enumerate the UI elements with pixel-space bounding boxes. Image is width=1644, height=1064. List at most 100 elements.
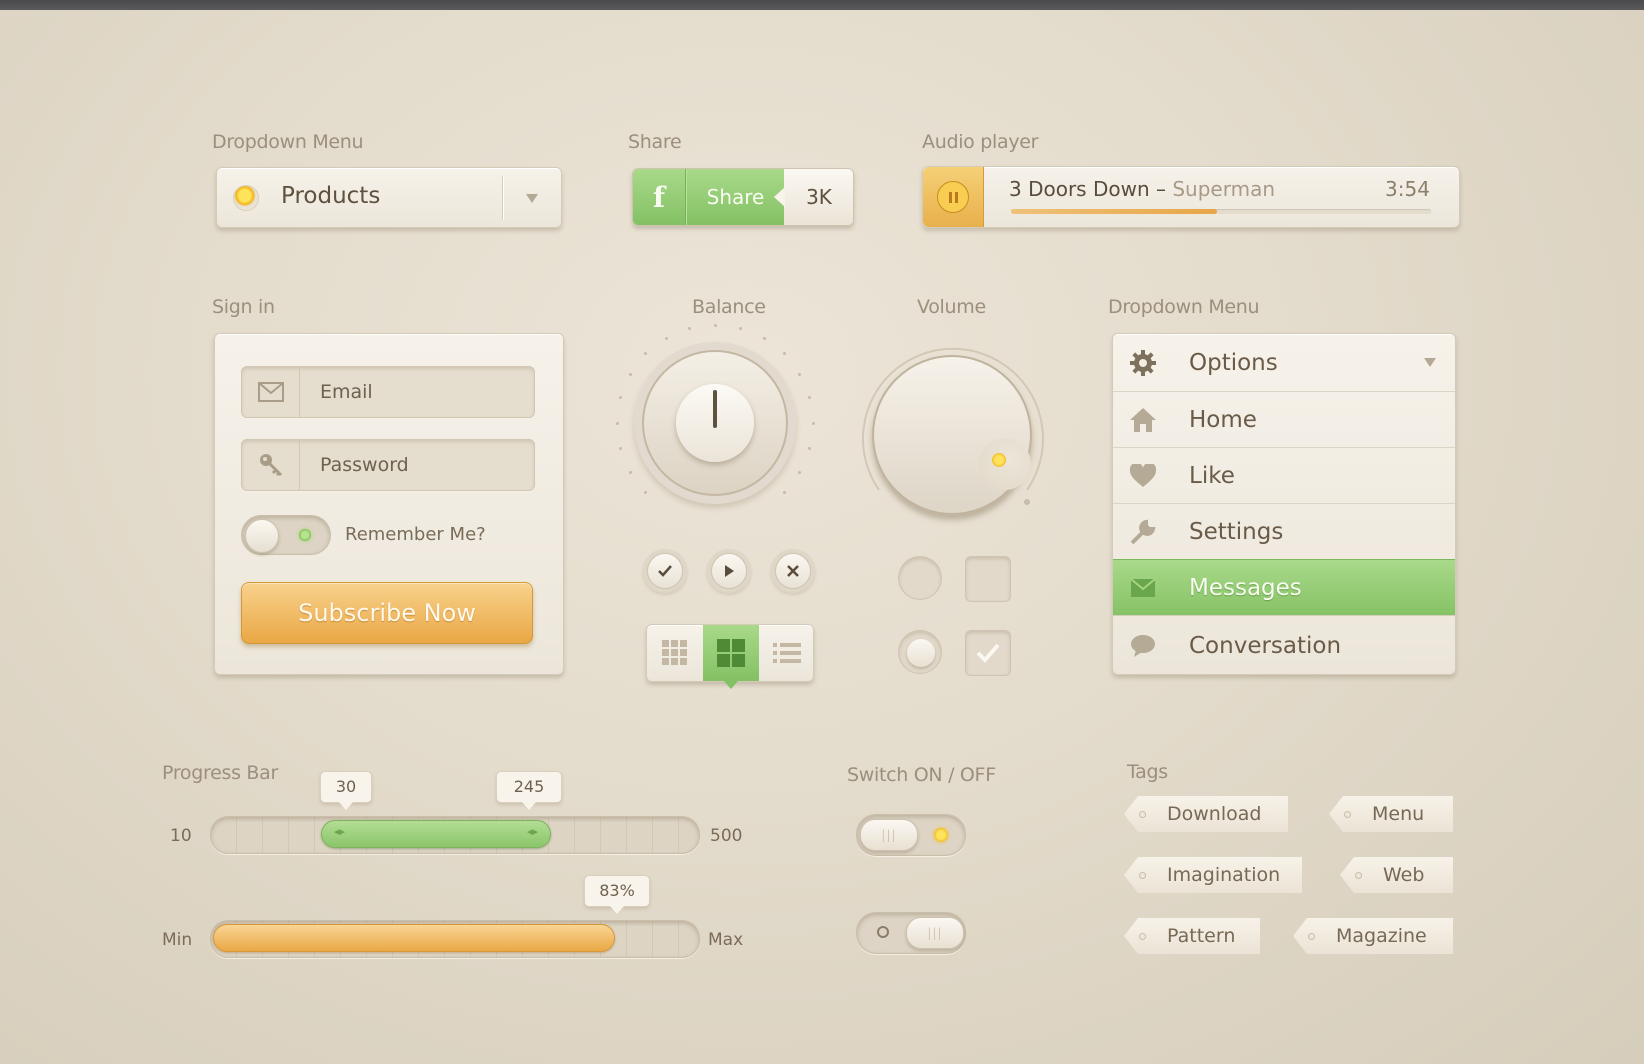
radio-unchecked[interactable] [898,556,942,600]
range-high-tooltip: 245 [496,771,562,810]
menu-item-like[interactable]: Like [1113,447,1455,504]
view-switcher [646,624,815,689]
large-grid-view-button[interactable] [703,625,759,689]
share-count-pointer [774,187,785,207]
progress-max-label: Max [708,930,744,950]
list-icon [773,643,801,663]
large-grid-icon [717,639,745,667]
progress-bar-fill [213,924,615,952]
audio-seek-bar[interactable] [1011,209,1431,214]
tag-magazine[interactable]: Magazine [1293,918,1453,954]
track-separator: – [1155,177,1166,201]
menu-item-conversation[interactable]: Conversation [1113,615,1455,674]
envelope-icon [1113,578,1173,598]
balance-tick [811,421,815,425]
track-title: 3 Doors Down – Superman [1009,177,1275,201]
tag-web[interactable]: Web [1340,857,1453,893]
balance-tick [664,336,668,340]
range-slider-track[interactable]: ◂▸ ◂▸ [210,816,700,854]
volume-indicator-icon [992,453,1006,467]
list-view-button[interactable] [759,625,815,681]
email-placeholder: Email [320,381,373,403]
share-count: 3K [784,169,853,225]
balance-tick [738,326,742,330]
section-label-balance: Balance [692,296,766,318]
switch-on[interactable]: ||| [856,814,966,856]
menu-header[interactable]: Options [1113,334,1455,391]
range-min-label: 10 [170,826,192,846]
tag-download[interactable]: Download [1124,796,1288,832]
check-button[interactable] [647,553,683,589]
key-icon [242,440,300,490]
facebook-share-widget[interactable]: f Share 3K [632,168,854,226]
switch-off[interactable]: ||| [856,912,966,954]
switch-off-indicator-icon [877,926,889,938]
section-label-audio: Audio player [922,131,1039,153]
right-handle-grip-icon[interactable]: ◂▸ [527,825,538,838]
check-icon [976,643,1000,663]
tag-imagination[interactable]: Imagination [1124,857,1302,893]
tag-label: Download [1167,803,1262,825]
subscribe-button[interactable]: Subscribe Now [241,582,533,644]
tag-pattern[interactable]: Pattern [1124,918,1260,954]
pause-button[interactable] [923,167,984,227]
section-label-progress: Progress Bar [162,762,279,784]
balance-tick [618,446,622,450]
balance-tick [644,352,648,356]
small-grid-view-button[interactable] [647,625,703,681]
track-song: Superman [1172,177,1275,201]
balance-tick [615,421,619,425]
tag-menu[interactable]: Menu [1329,796,1453,832]
section-label-signin: Sign in [212,296,275,318]
balance-indicator [713,390,717,428]
track-duration: 3:54 [1385,177,1430,201]
heart-icon [1113,464,1173,488]
tag-hole-icon [1139,871,1146,879]
progress-min-label: Min [162,930,193,950]
left-handle-grip-icon[interactable]: ◂▸ [334,825,345,838]
speech-bubble-icon [1113,634,1173,658]
checkbox-checked[interactable] [965,630,1011,676]
menu-item-home[interactable]: Home [1113,391,1455,448]
balance-dial[interactable] [610,318,820,528]
radio-dot [907,639,935,667]
share-button[interactable]: Share [686,169,784,225]
tag-hole-icon [1139,932,1146,940]
volume-knob[interactable] [872,355,1032,515]
gear-icon [1113,349,1173,377]
email-field[interactable]: Email [241,366,535,418]
range-slider-fill: ◂▸ ◂▸ [321,820,551,848]
volume-dial[interactable] [855,338,1051,528]
chevron-down-icon[interactable] [526,194,538,203]
active-view-pointer [724,681,738,689]
password-field[interactable]: Password [241,439,535,491]
close-button[interactable] [775,553,811,589]
remember-me-toggle[interactable] [241,515,331,555]
balance-tick [808,446,812,450]
section-label-switch: Switch ON / OFF [847,764,996,786]
tag-label: Menu [1372,803,1425,825]
password-placeholder: Password [320,454,409,476]
window-top-bar [0,0,1644,10]
play-button[interactable] [711,553,747,589]
tag-hole-icon [1344,810,1351,818]
balance-tick [628,470,632,474]
facebook-icon: f [633,169,686,225]
radio-checked[interactable] [898,630,942,674]
menu-item-messages[interactable]: Messages [1113,559,1455,616]
section-label-dropdown: Dropdown Menu [212,131,364,153]
products-dropdown[interactable]: Products [216,167,562,228]
menu-header-label: Options [1189,349,1278,376]
play-icon [725,565,734,577]
menu-item-label: Messages [1189,575,1302,601]
menu-item-label: Home [1189,407,1257,433]
section-label-tags: Tags [1127,761,1168,783]
menu-item-settings[interactable]: Settings [1113,503,1455,560]
small-grid-icon [662,640,687,665]
switch-thumb: ||| [860,819,918,851]
balance-tick [808,396,812,400]
balance-tick [798,470,802,474]
checkbox-unchecked[interactable] [965,556,1011,602]
tag-label: Imagination [1167,864,1281,886]
section-label-volume: Volume [917,296,986,318]
